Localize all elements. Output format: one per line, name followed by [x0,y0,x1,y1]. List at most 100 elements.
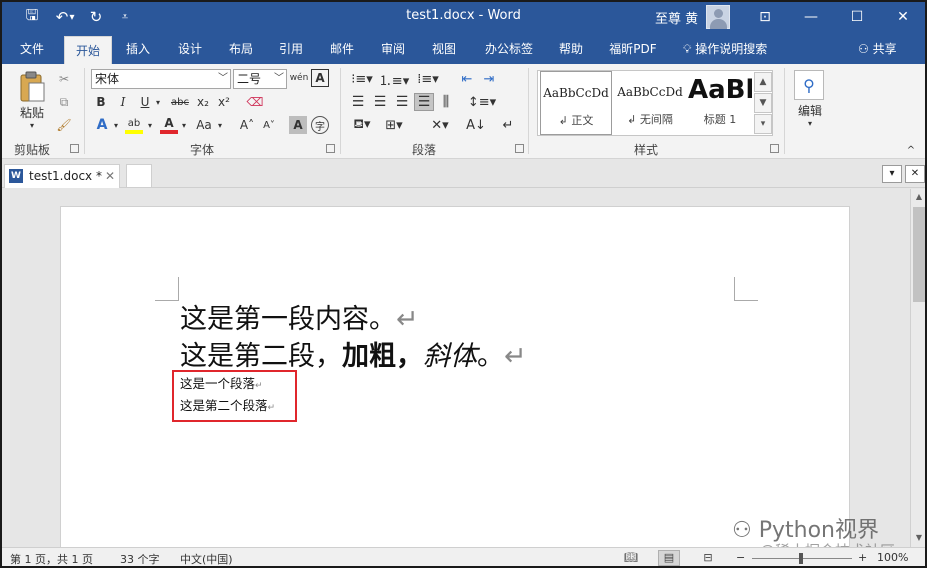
strikethrough-button[interactable]: abc [168,93,192,111]
user-name[interactable]: 至尊 黄 [655,8,698,27]
align-center-icon[interactable]: ☰ [370,93,390,111]
subscript-button[interactable]: x₂ [194,93,212,111]
change-case-dropdown-icon[interactable]: ▾ [215,116,225,134]
justify-icon[interactable]: ☰ [414,93,434,111]
asian-layout-icon[interactable]: ✕▾ [425,116,455,134]
styles-launcher-icon[interactable] [770,144,779,153]
scroll-down-icon[interactable]: ▼ [911,530,927,546]
enclose-characters-icon[interactable]: 字 [311,116,329,134]
bold-button[interactable]: B [93,93,109,111]
tab-home[interactable]: 开始 [64,36,112,64]
shrink-font-icon[interactable]: A˅ [259,116,279,134]
numbering-icon[interactable]: ⒈≡▾ [379,70,409,89]
paste-dropdown-icon[interactable]: ▾ [26,120,38,130]
superscript-button[interactable]: x² [215,93,233,111]
ribbon-display-options-icon[interactable]: ⊡ [742,0,788,34]
zoom-out-icon[interactable]: − [736,551,745,564]
zoom-slider-thumb[interactable] [799,553,803,564]
style-normal[interactable]: AaBbCcDd ↲ 正文 [540,71,612,135]
styles-scroll-down-icon[interactable]: ▼ [754,93,772,113]
character-border-icon[interactable]: A [311,69,329,87]
share-button[interactable]: ⚇ 共享 [858,34,897,64]
paragraph-launcher-icon[interactable] [515,144,524,153]
multilevel-list-icon[interactable]: ⁞≡▾ [413,70,443,88]
tab-file[interactable]: 文件 [10,34,54,64]
shading-icon[interactable]: ⛾▾ [348,116,376,134]
styles-scroll-up-icon[interactable]: ▲ [754,72,772,92]
collapse-ribbon-icon[interactable]: ^ [904,144,918,156]
clear-formatting-icon[interactable]: ⌫ [245,93,265,111]
zoom-level[interactable]: 100% [877,551,908,564]
clipboard-launcher-icon[interactable] [70,144,79,153]
editing-dropdown-icon[interactable]: ▾ [804,118,816,128]
vertical-scrollbar[interactable]: ▲ ▼ [910,189,927,547]
highlight-icon[interactable]: ab [125,116,143,134]
bullets-icon[interactable]: ⁝≡▾ [348,70,376,88]
grow-font-icon[interactable]: A˄ [237,116,257,134]
page-count[interactable]: 第 1 页，共 1 页 [10,551,93,567]
tab-help[interactable]: 帮助 [551,34,591,64]
tab-mailings[interactable]: 邮件 [322,34,362,64]
scroll-up-icon[interactable]: ▲ [911,189,927,205]
font-color-icon[interactable]: A [160,116,178,134]
avatar[interactable] [706,5,730,29]
tab-layout[interactable]: 布局 [221,34,261,64]
decrease-indent-icon[interactable]: ⇤ [457,70,477,88]
tab-list-dropdown-icon[interactable]: ▾ [882,165,902,183]
paragraph-1[interactable]: 这是第一段内容。↵ [180,297,419,336]
format-painter-icon[interactable]: 🖌︎ [55,116,73,134]
read-mode-icon[interactable]: 📖︎ [620,550,642,566]
document-area[interactable]: 这是第一段内容。↵ 这是第二段，加粗，斜体。↵ 这是一个段落↵ 这是第二个段落↵ [0,189,910,547]
tab-insert[interactable]: 插入 [118,34,158,64]
font-launcher-icon[interactable] [326,144,335,153]
zoom-in-icon[interactable]: + [858,551,867,564]
font-size-select[interactable]: 二号 ﹀ [233,69,287,89]
print-layout-icon[interactable]: ▤ [658,550,680,566]
minimize-button[interactable]: — [788,0,834,34]
text-effects-icon[interactable]: A [93,116,111,134]
style-no-spacing[interactable]: AaBbCcDd ↲ 无间隔 [614,71,686,135]
doc-tab-test1[interactable]: W test1.docx * ✕ [4,164,120,188]
paragraph-2[interactable]: 这是第二段，加粗，斜体。↵ [180,334,527,373]
tab-view[interactable]: 视图 [424,34,464,64]
close-button[interactable]: ✕ [880,0,926,34]
tab-office-tabs[interactable]: 办公标签 [476,34,542,64]
search-icon[interactable]: ⚲ [794,70,824,100]
tab-review[interactable]: 审阅 [373,34,413,64]
styles-more-icon[interactable]: ▾ [754,114,772,134]
show-formatting-icon[interactable]: ↵ [498,116,518,134]
underline-button[interactable]: U [137,93,153,111]
paste-button[interactable]: 粘贴 [12,104,52,120]
font-color-dropdown-icon[interactable]: ▾ [179,116,189,134]
tab-references[interactable]: 引用 [271,34,311,64]
borders-icon[interactable]: ⊞▾ [380,116,408,134]
tab-foxit-pdf[interactable]: 福昕PDF [603,34,663,64]
underline-dropdown-icon[interactable]: ▾ [153,93,163,111]
line-spacing-icon[interactable]: ↕≡▾ [467,93,497,111]
word-count[interactable]: 33 个字 [120,551,160,567]
sort-icon[interactable]: A↓ [466,116,486,134]
align-right-icon[interactable]: ☰ [392,93,412,111]
close-document-icon[interactable]: ✕ [905,165,925,183]
distributed-icon[interactable]: ⫼ [436,93,456,111]
text-effects-dropdown-icon[interactable]: ▾ [111,116,121,134]
new-tab-button[interactable] [126,164,152,188]
web-layout-icon[interactable]: ⊟ [697,550,719,566]
close-icon[interactable]: ✕ [105,165,115,187]
copy-icon[interactable]: ⧉ [55,93,73,111]
italic-button[interactable]: I [115,93,131,111]
tab-design[interactable]: 设计 [170,34,210,64]
maximize-button[interactable]: ☐ [834,0,880,34]
phonetic-guide-icon[interactable]: wén [289,68,309,88]
font-name-select[interactable]: 宋体 ﹀ [91,69,231,89]
align-left-icon[interactable]: ☰ [348,93,368,111]
tell-me-search[interactable]: 💡︎ 操作说明搜索 [683,34,767,64]
increase-indent-icon[interactable]: ⇥ [479,70,499,88]
editing-button[interactable]: 编辑 [792,102,828,118]
highlight-dropdown-icon[interactable]: ▾ [145,116,155,134]
style-heading-1[interactable]: AaBl 标题 1 [688,71,752,135]
cut-icon[interactable]: ✂ [55,70,73,88]
change-case-icon[interactable]: Aa [193,116,215,134]
scrollbar-thumb[interactable] [913,207,925,302]
paste-icon[interactable] [14,70,50,104]
